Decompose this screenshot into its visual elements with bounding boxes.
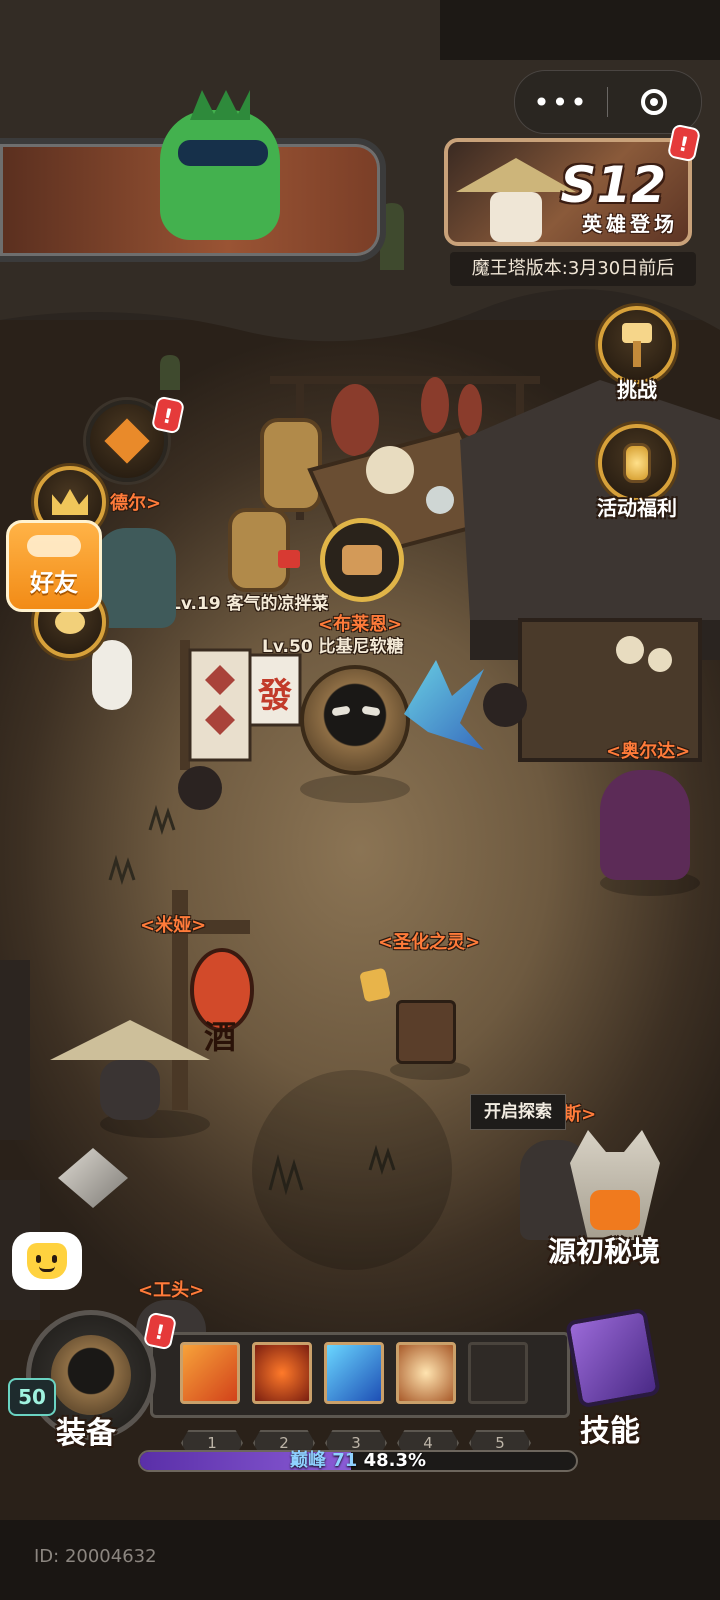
spellbook-icon (564, 1307, 662, 1409)
challenge-label[interactable]: 挑战 (598, 374, 676, 403)
rank-text: 巅峰 71 (289, 1450, 358, 1471)
hero-portrait (456, 158, 576, 242)
event-benefits-button[interactable] (598, 424, 676, 502)
npc-name-foreman[interactable]: <工头> (138, 1276, 204, 1302)
bottom-hud: 1 2 3 4 5 巅峰 71 48.3% ! 50 装备 技能 (0, 1307, 720, 1520)
npc-label-partial: 德尔> (110, 493, 162, 514)
player-name-self: Lv.50 比基尼软糖 (262, 637, 404, 657)
npc-orda-sprite[interactable] (600, 770, 690, 880)
dungeon-label[interactable]: 源初秘境 (548, 1230, 660, 1270)
mini-program-capsule[interactable]: ••• (514, 70, 702, 134)
lantern-sign: 酒 (204, 1018, 237, 1056)
challenge-button[interactable] (598, 306, 676, 384)
whirlwind-icon (399, 1345, 453, 1401)
movement-joystick[interactable] (252, 1070, 452, 1270)
season-banner[interactable]: S12 英雄登场 (444, 138, 692, 246)
mascot-image (150, 90, 290, 240)
dungeon-portal-button[interactable] (560, 1130, 670, 1240)
npc-goose-sprite[interactable] (92, 640, 132, 710)
npc-sanctified-spirit-sprite[interactable] (396, 1000, 456, 1064)
season-title: S12 (560, 156, 666, 214)
cloud-icon (27, 534, 81, 557)
skill-slot-1[interactable] (180, 1342, 240, 1404)
lantern-icon (623, 443, 651, 483)
red-envelope-icon[interactable] (278, 550, 300, 568)
crown-icon (52, 489, 88, 515)
equip-label[interactable]: 装备 (56, 1408, 116, 1452)
skills-label[interactable]: 技能 (580, 1406, 640, 1450)
lightning-icon (327, 1345, 381, 1401)
scroll-icon (342, 545, 382, 575)
hammer-icon (622, 323, 652, 367)
friends-label[interactable]: 好友 (30, 563, 78, 598)
xp-text: 巅峰 71 48.3% (138, 1446, 578, 1472)
quest-scroll-button[interactable] (320, 518, 404, 602)
skill-slot-2[interactable] (252, 1342, 312, 1404)
npc-name-sanctified-spirit[interactable]: <圣化之灵> (378, 928, 480, 954)
level-badge: 50 (8, 1378, 56, 1416)
npc-name-orda[interactable]: <奥尔达> (606, 737, 690, 763)
skill-slot-3[interactable] (324, 1342, 384, 1404)
npc-name-mia[interactable]: <米娅> (140, 911, 206, 937)
chat-button[interactable] (12, 1232, 82, 1290)
fire-slash-icon (183, 1345, 237, 1401)
player-id: ID: 20004632 (34, 1546, 157, 1567)
skill-slot-5-empty[interactable] (468, 1342, 528, 1404)
egg-icon (55, 610, 85, 634)
fire-burst-icon (255, 1345, 309, 1401)
version-note: 魔王塔版本:3月30日前后 (450, 252, 696, 286)
npc-cat-sprite[interactable] (96, 528, 176, 628)
event-benefits-label[interactable]: 活动福利 (584, 492, 690, 521)
explore-tag[interactable]: 开启探索 (470, 1094, 566, 1130)
banner-sign: 發 (258, 676, 292, 716)
npc-mia-sprite[interactable] (50, 990, 210, 1120)
player-character (300, 665, 410, 775)
player-name-other[interactable]: Lv.19 客气的凉拌菜 (170, 589, 329, 614)
more-dots-icon[interactable]: ••• (515, 86, 607, 119)
season-subtitle: 英雄登场 (582, 212, 678, 236)
skill-slot-4[interactable] (396, 1342, 456, 1404)
compass-icon (104, 418, 150, 464)
friends-button[interactable]: 好友 (6, 520, 102, 612)
target-circle-icon[interactable] (608, 89, 700, 115)
xp-percent: 48.3% (363, 1450, 427, 1471)
smiley-cat-icon (27, 1243, 67, 1279)
